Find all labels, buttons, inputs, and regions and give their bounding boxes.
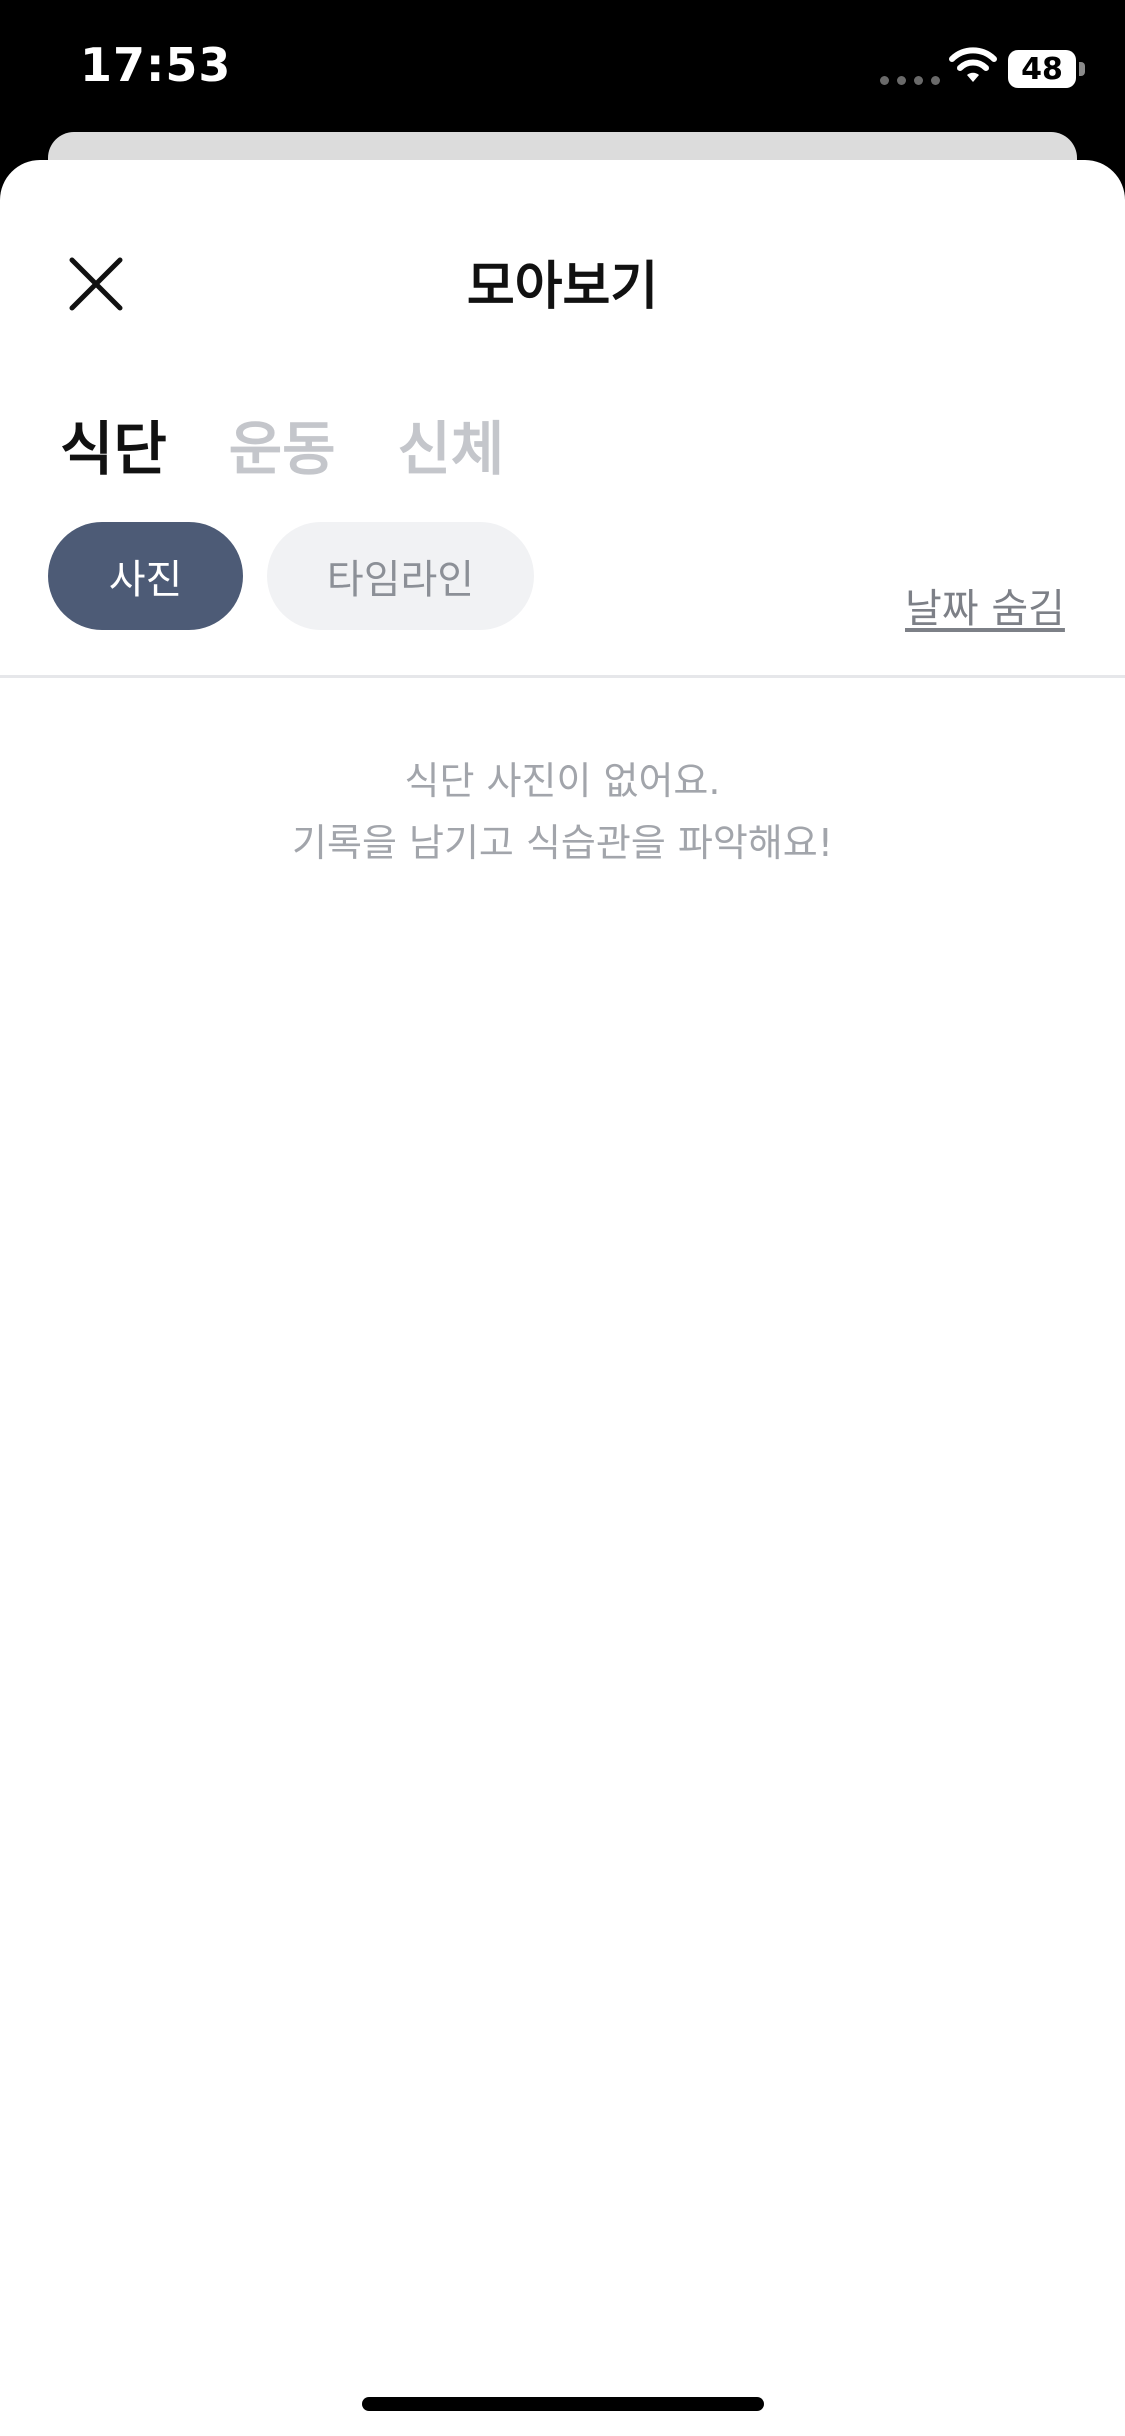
- signal-dots-icon: [880, 76, 940, 85]
- battery-level: 48: [1021, 51, 1063, 87]
- empty-state-line-1: 식단 사진이 없어요.: [404, 759, 721, 803]
- battery-icon: 48: [1008, 50, 1076, 88]
- timeline-view-button[interactable]: 타임라인: [267, 522, 534, 630]
- status-time: 17:53: [80, 38, 232, 92]
- collection-sheet: 모아보기 식단 운동 신체 사진 타임라인 날짜 숨김 식단 사진이 없어요. …: [0, 160, 1125, 2436]
- screen: 17:53 48 모아보기 식단 운동 신체 사진 타임라인 날짜 숨김 식단 …: [0, 0, 1125, 2436]
- tab-exercise[interactable]: 운동: [229, 402, 336, 486]
- tab-body[interactable]: 신체: [397, 402, 504, 486]
- battery-tip: [1079, 62, 1085, 76]
- photo-view-button[interactable]: 사진: [48, 522, 243, 630]
- empty-state-message: 식단 사진이 없어요. 기록을 남기고 식습관을 파악해요!: [0, 750, 1125, 874]
- hide-dates-link[interactable]: 날짜 숨김: [905, 576, 1065, 634]
- category-tabs: 식단 운동 신체: [60, 402, 504, 486]
- status-bar: 17:53 48: [0, 0, 1125, 132]
- wifi-icon: [949, 47, 997, 82]
- home-indicator: [362, 2397, 764, 2411]
- page-title: 모아보기: [466, 257, 659, 317]
- tab-diet[interactable]: 식단: [60, 402, 167, 486]
- divider: [0, 675, 1125, 678]
- empty-state-line-2: 기록을 남기고 식습관을 파악해요!: [292, 821, 833, 865]
